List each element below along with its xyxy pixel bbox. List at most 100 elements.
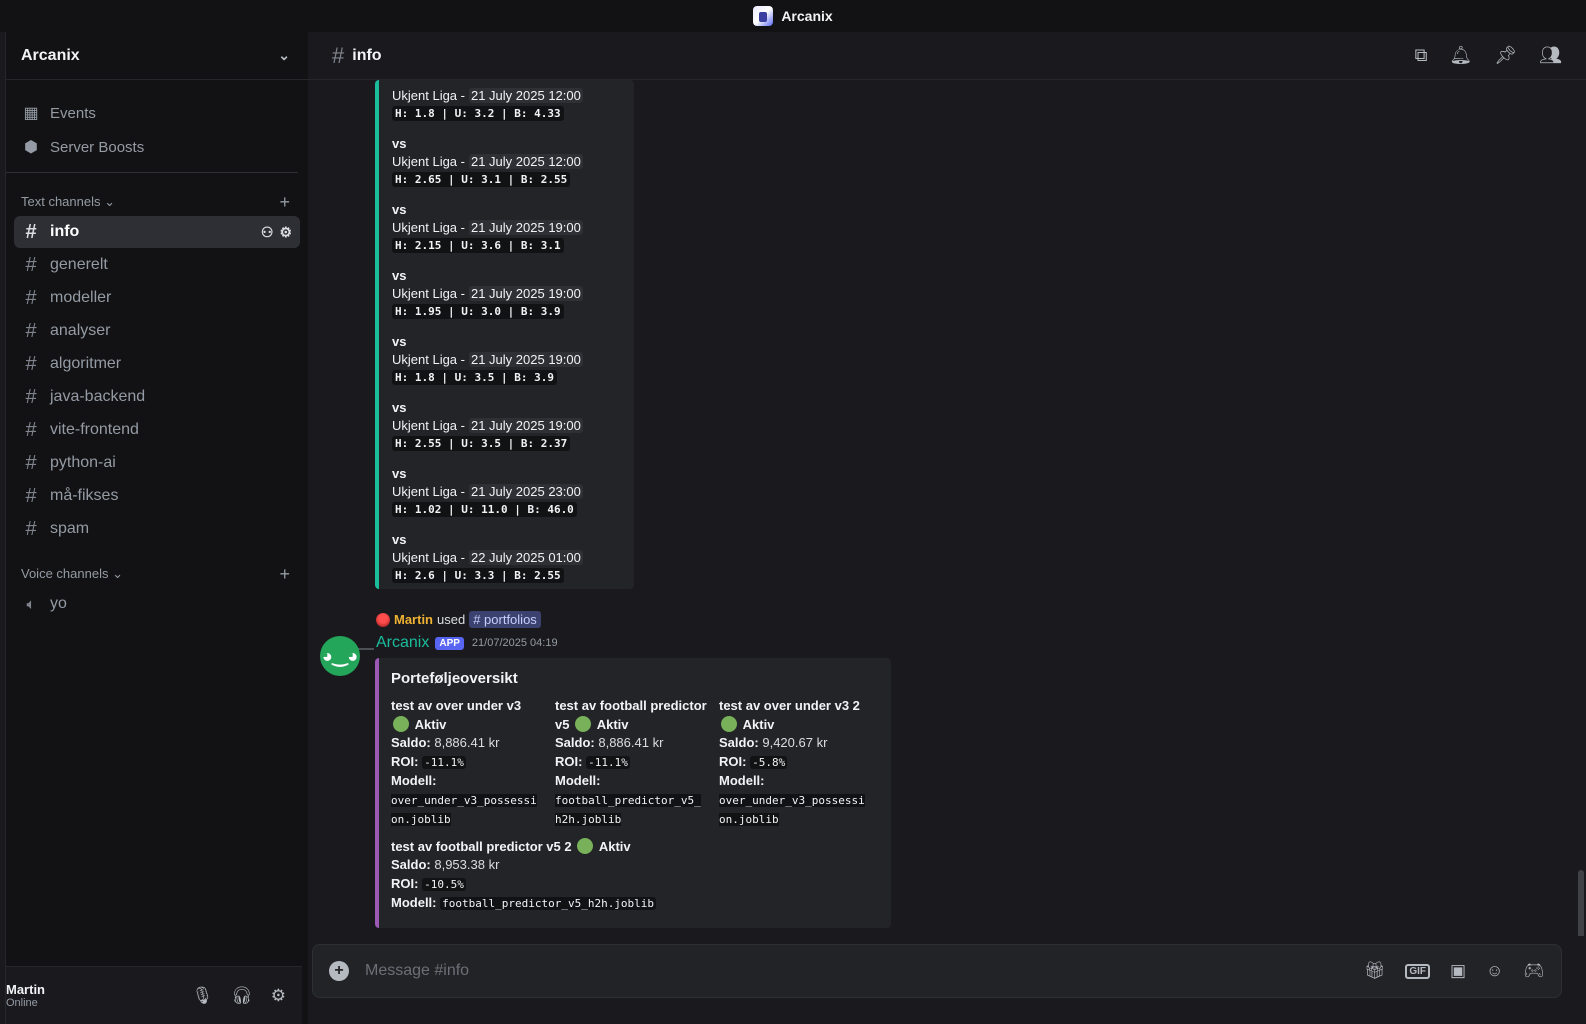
server-header[interactable]: Arcanix ⌄ [6,32,308,80]
match-odds: H: 2.6 | U: 3.3 | B: 2.55 [392,568,564,583]
emoji-icon[interactable]: ☺ [1486,961,1503,981]
sticker-icon[interactable]: ▣ [1450,961,1466,981]
user-name: Martin [6,982,45,997]
channel-title: info [352,46,382,64]
voice-channels-category[interactable]: Voice channels ⌄ + [6,564,308,585]
roi-label: ROI: [719,753,747,769]
bot-name[interactable]: Arcanix [376,634,429,652]
activities-icon[interactable]: 🎮︎ [1523,961,1545,981]
speaker-icon: 🔈︎ [26,595,36,613]
match-odds: H: 1.8 | U: 3.5 | B: 3.9 [392,370,557,385]
saldo-label: Saldo: [391,735,431,750]
voice-channel-list: 🔈︎ yo [6,583,308,620]
portfolio-name: test av over under v3 2 [719,698,860,713]
saldo-value: 8,886.41 kr [598,735,664,750]
portfolio-name: test av football predictor v5 2 [391,838,572,854]
match-vs: vs [392,400,407,415]
user-status: Online [6,997,38,1009]
voice-channel-yo[interactable]: 🔈︎ yo [14,588,300,620]
message-scrollbar[interactable] [1578,870,1584,936]
gif-icon[interactable]: GIF [1405,963,1430,979]
portfolio-status: Aktiv [414,716,447,732]
app-logo [753,6,774,26]
hash-icon: # [25,484,37,507]
match-league: Ukjent Liga - [392,87,465,103]
portfolio-field: test av football predictor v5 Aktiv Sald… [555,697,707,830]
channel-python-ai[interactable]: # python-ai [14,447,300,479]
match-date: 21 July 2025 19:00 [468,417,583,433]
pin-icon[interactable]: 📌︎ [1494,45,1517,66]
gift-icon[interactable]: 🎁︎ [1364,961,1386,981]
threads-icon[interactable]: ⧉ [1415,45,1428,66]
message-input[interactable] [365,962,1265,980]
channel-modeller[interactable]: # modeller [14,282,300,314]
match-date: 21 July 2025 23:00 [468,483,583,499]
user-info[interactable]: Martin Online [6,982,45,1009]
add-voice-channel-icon[interactable]: + [279,564,290,585]
channel-info[interactable]: # info ⚇ ⚙ [14,216,300,248]
model-label: Modell: [555,773,601,788]
channel-ma-fikses[interactable]: # må-fikses [14,480,300,512]
server-boosts-link[interactable]: ⬢ Server Boosts [14,130,290,164]
channel-label: må-fikses [50,487,119,504]
channel-label: java-backend [50,388,146,405]
match-entry: vs Ukjent Liga -21 July 2025 19:00 H: 1.… [392,334,634,386]
channel-analyser[interactable]: # analyser [14,315,300,347]
match-entry: vs Ukjent Liga -21 July 2025 19:00 H: 2.… [392,400,634,452]
match-entry: vs Ukjent Liga -21 July 2025 19:00 H: 2.… [392,202,634,254]
invite-icon[interactable]: ⚇ [261,224,274,241]
portfolio-status: Aktiv [596,716,629,732]
saldo-value: 8,886.41 kr [434,735,500,750]
text-channels-category[interactable]: Text channels ⌄ + [6,192,308,213]
model-value: over_under_v3_possession.joblib [391,793,537,826]
boost-icon: ⬢ [24,139,38,156]
channel-spam[interactable]: # spam [14,513,300,545]
command-mention[interactable]: # portfolios [469,611,541,628]
match-entry: vs Ukjent Liga -21 July 2025 19:00 H: 1.… [392,268,634,320]
model-label: Modell: [719,773,765,788]
portfolio-field: test av over under v3 Aktiv Saldo: 8,886… [391,697,543,830]
saldo-label: Saldo: [555,735,595,750]
settings-gear-icon[interactable]: ⚙ [271,986,286,1006]
match-league: Ukjent Liga - [392,417,465,433]
model-value: over_under_v3_possession.joblib [719,793,865,826]
attach-plus-icon[interactable]: + [329,961,349,981]
message-list: Ukjent Liga -21 July 2025 12:00 H: 1.8 |… [308,80,1586,936]
microphone-icon[interactable]: 🎙︎ [192,986,214,1006]
hash-icon: # [25,253,37,276]
server-name: Arcanix [21,46,80,64]
match-vs: vs [392,334,407,349]
gear-icon[interactable]: ⚙ [279,224,292,241]
roi-value: -5.8% [750,755,788,769]
roi-label: ROI: [391,875,419,891]
channel-algoritmer[interactable]: # algoritmer [14,348,300,380]
member-list-icon[interactable]: 👥︎ [1539,45,1562,66]
hash-icon: # [25,385,37,408]
match-date: 21 July 2025 19:00 [468,219,583,235]
headphones-icon[interactable]: 🎧︎ [231,986,253,1006]
side-links: ▦ Events ⬢ Server Boosts [6,80,298,173]
saldo-label: Saldo: [391,857,431,872]
channel-generelt[interactable]: # generelt [14,249,300,281]
reply-reference[interactable]: Martin used # portfolios [376,611,541,628]
bot-avatar[interactable]: ◕‿◕ [320,636,360,676]
reply-author[interactable]: Martin [394,612,433,627]
add-channel-icon[interactable]: + [279,192,290,213]
events-link[interactable]: ▦ Events [14,96,290,130]
hash-icon: # [25,418,37,441]
channel-java-backend[interactable]: # java-backend [14,381,300,413]
bell-icon[interactable]: 🔔︎ [1449,45,1472,66]
roi-label: ROI: [555,753,583,769]
channel-label: yo [50,595,67,612]
hash-icon: # [25,286,37,309]
match-league: Ukjent Liga - [392,219,465,235]
channel-label: generelt [50,256,108,273]
channel-vite-frontend[interactable]: # vite-frontend [14,414,300,446]
green-circle-icon [575,715,592,732]
portfolio-status: Aktiv [742,716,775,732]
voice-channels-label: Voice channels ⌄ [21,566,123,581]
model-value: football_predictor_v5_h2h.joblib [555,793,701,826]
portfolio-grid: test av over under v3 Aktiv Saldo: 8,886… [391,697,879,830]
match-date: 21 July 2025 19:00 [468,351,583,367]
portfolio-name: test av over under v3 [391,698,522,713]
